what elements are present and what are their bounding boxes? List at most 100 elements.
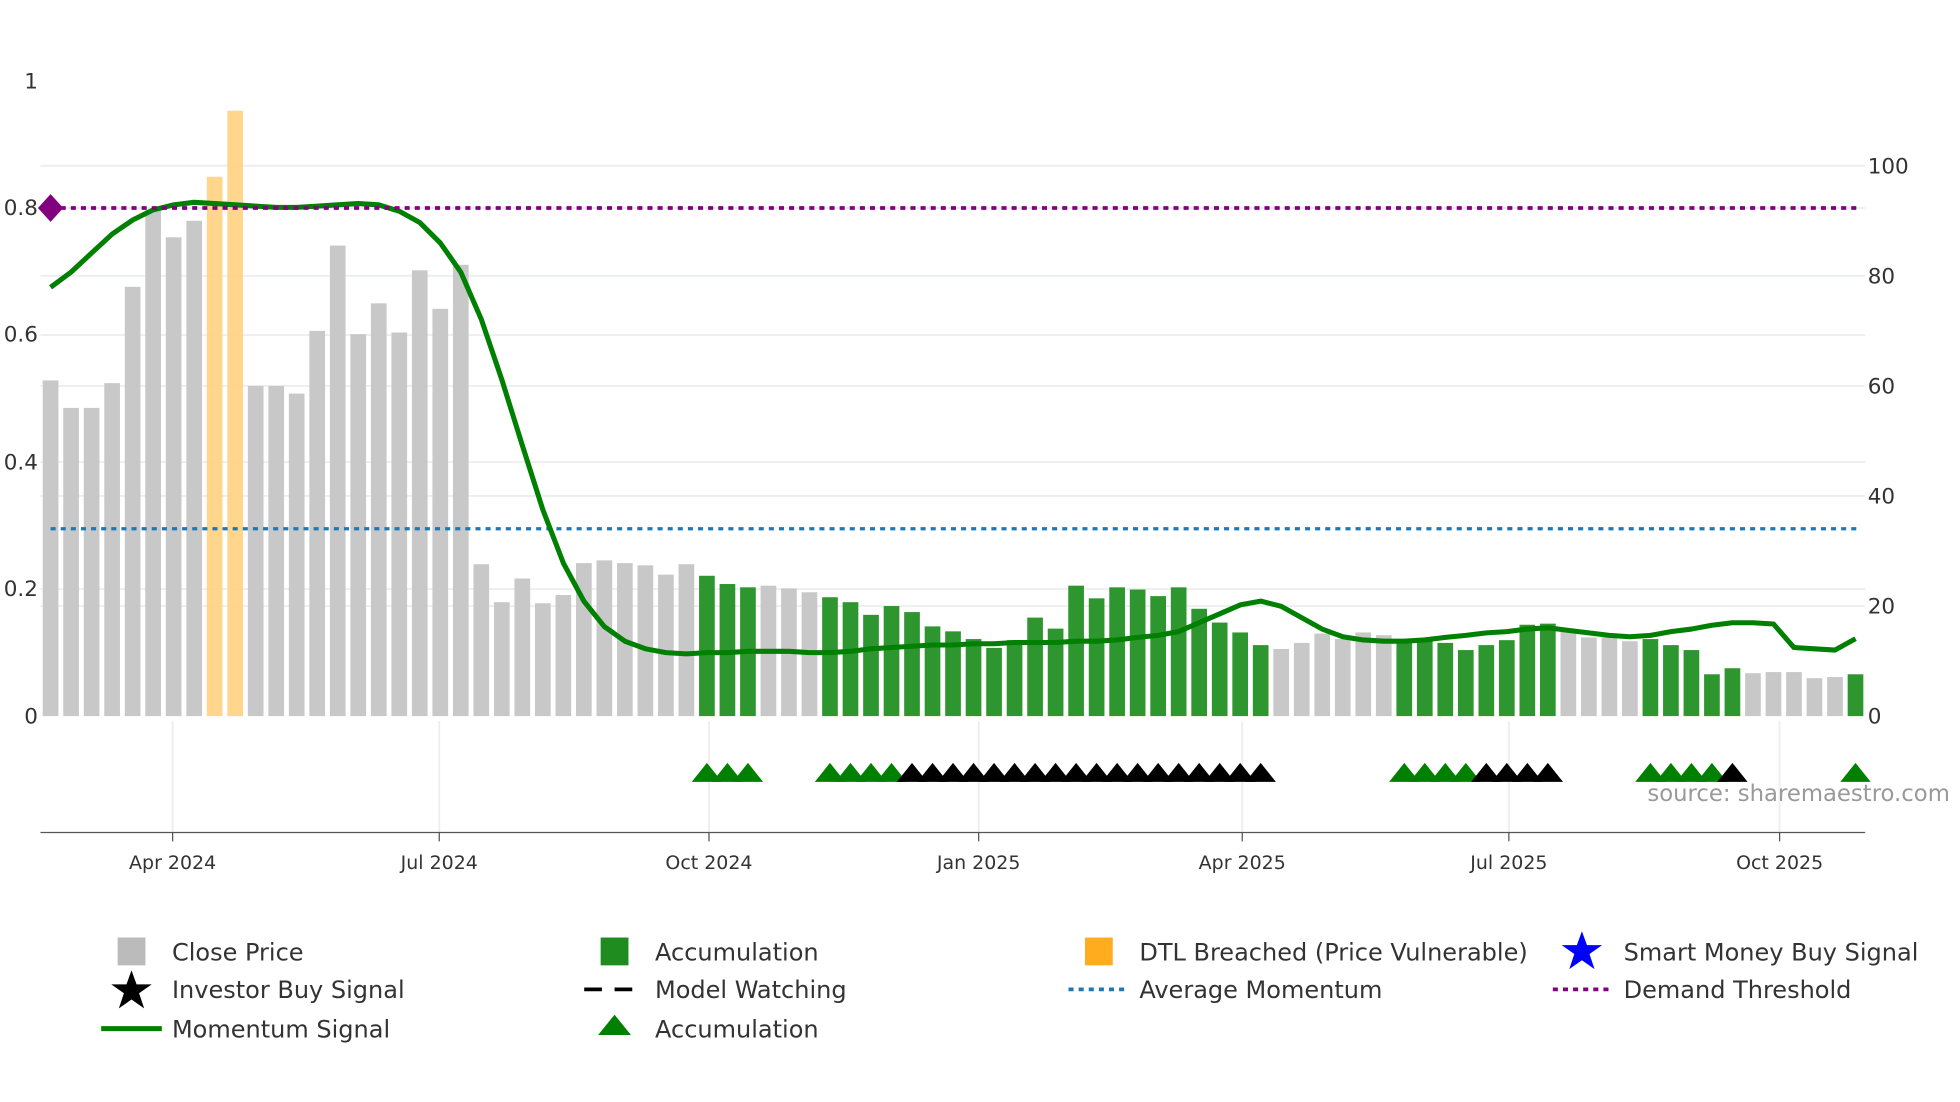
accumulation-bar [1724, 668, 1741, 717]
legend-label: Demand Threshold [1624, 976, 1852, 1004]
x-tick-label: Oct 2024 [665, 852, 752, 874]
left-axis: 0 0.2 0.4 0.6 0.8 1 [4, 70, 38, 730]
x-tick-label: Jul 2024 [400, 852, 478, 874]
investor-buy-triangle-icon [1245, 762, 1276, 782]
accumulation-bar [1129, 589, 1146, 717]
accumulation-bar [842, 602, 859, 717]
close-price-bar [104, 383, 120, 717]
close-price-bar [83, 407, 100, 717]
legend-label: Model Watching [655, 976, 847, 1004]
green-square-icon [600, 937, 629, 966]
x-tick-label: Jan 2025 [936, 852, 1021, 874]
signal-markers [691, 762, 1871, 782]
right-tick: 40 [1868, 485, 1895, 510]
legend-label: Average Momentum [1139, 976, 1382, 1004]
accumulation-bar [965, 639, 982, 717]
right-tick: 100 [1868, 154, 1909, 179]
x-tick-label: Jul 2025 [1469, 852, 1547, 874]
right-tick: 60 [1868, 374, 1895, 399]
green-triangle-icon [598, 1014, 631, 1035]
accumulation-bar [1150, 596, 1166, 717]
legend-label: Smart Money Buy Signal [1624, 938, 1919, 966]
left-tick: 0 [24, 705, 38, 730]
accumulation-bar [1457, 650, 1474, 717]
close-price-bar [1827, 677, 1843, 717]
left-tick: 1 [24, 70, 38, 95]
close-price-bar [637, 565, 654, 717]
accumulation-bar [1540, 623, 1556, 717]
close-price-bar [493, 602, 510, 717]
close-price-bar [247, 385, 264, 717]
legend-label: Accumulation [655, 938, 819, 966]
accumulation-bar [1232, 632, 1249, 717]
accumulation-bar [1498, 640, 1515, 717]
close-price-bar [555, 595, 572, 717]
close-price-bar [42, 380, 59, 717]
accumulation-bar [1088, 598, 1105, 717]
accumulation-bar [699, 575, 715, 717]
close-price-bar [1293, 642, 1310, 717]
right-tick: 20 [1868, 595, 1895, 620]
close-price-bar [186, 220, 202, 717]
close-price-bar [1786, 672, 1802, 717]
close-price-bar [1355, 632, 1372, 717]
left-tick: 0.4 [4, 450, 38, 475]
legend-label: Close Price [172, 938, 304, 966]
accumulation-bar [883, 606, 900, 717]
close-price-bar [432, 308, 449, 717]
close-price-bar [411, 270, 428, 717]
close-price-bar [370, 303, 387, 717]
close-price-bar [1806, 678, 1823, 717]
demand-threshold-diamond-icon [37, 194, 64, 222]
accumulation-bar [924, 626, 941, 717]
close-price-bar [1581, 637, 1597, 717]
dtl-breached-bar [206, 176, 223, 717]
accumulation-triangle-icon [1840, 762, 1871, 782]
close-price-bar [1314, 633, 1331, 717]
accumulation-bar [1663, 645, 1679, 717]
dtl-breached-bar [227, 110, 244, 717]
source-label: source: sharemaestro.com [1647, 781, 1949, 807]
accumulation-bar [1211, 622, 1228, 717]
close-price-bar [165, 237, 182, 717]
legend-label: Momentum Signal [172, 1015, 390, 1043]
close-price-bar [350, 334, 367, 717]
blue-star-icon [1561, 931, 1603, 970]
right-tick: 80 [1868, 264, 1895, 289]
left-tick: 0.6 [4, 323, 38, 348]
accumulation-bar [1027, 617, 1043, 717]
accumulation-bar [1519, 624, 1536, 717]
legend-label: Investor Buy Signal [172, 976, 405, 1004]
x-tick-label: Apr 2025 [1199, 852, 1286, 874]
investor-buy-triangle-icon [1532, 762, 1564, 782]
legend-label: DTL Breached (Price Vulnerable) [1139, 938, 1527, 966]
chart: 0 0.2 0.4 0.6 0.8 1 0 20 40 60 80 100 Ap… [4, 70, 1950, 1044]
accumulation-bar [1252, 645, 1269, 717]
accumulation-bar [904, 612, 920, 717]
accumulation-bar [822, 597, 838, 717]
accumulation-bar [1068, 585, 1084, 717]
close-price-bar [329, 245, 346, 717]
close-price-bar [1334, 639, 1351, 717]
legend: Close Price Accumulation DTL Breached (P… [101, 931, 1918, 1043]
x-tick-label: Oct 2025 [1736, 852, 1823, 874]
accumulation-bar [1006, 640, 1023, 717]
accumulation-bar [1396, 640, 1413, 717]
close-price-bar [514, 578, 531, 717]
close-price-bar [473, 564, 490, 717]
close-price-bar [1273, 648, 1290, 717]
legend-label: Accumulation [655, 1015, 819, 1043]
accumulation-bar [1109, 587, 1125, 717]
accumulation-bar [1642, 639, 1659, 717]
x-tick-label: Apr 2024 [129, 852, 216, 874]
orange-square-icon [1084, 937, 1113, 966]
close-price-bar [124, 286, 141, 717]
close-price-bar [534, 603, 551, 717]
accumulation-bar [1437, 642, 1454, 717]
close-price-bar [452, 264, 469, 717]
close-price-bar [1601, 637, 1618, 717]
accumulation-bar [1170, 587, 1187, 717]
accumulation-bar [863, 614, 879, 717]
close-price-bar [391, 332, 408, 717]
accumulation-bar [1683, 650, 1700, 717]
